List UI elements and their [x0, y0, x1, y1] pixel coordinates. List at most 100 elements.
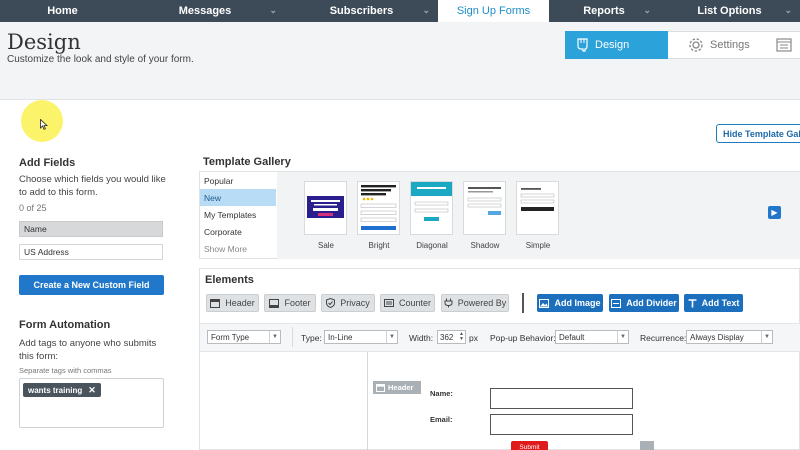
add-text-button[interactable]: Add Text — [684, 294, 743, 312]
width-value: 362 — [440, 332, 454, 342]
nav-reports[interactable]: Reports ⌄ — [549, 0, 659, 22]
gallery-next-button[interactable]: ▶ — [768, 206, 781, 219]
chevron-down-icon: ⌄ — [269, 5, 277, 15]
element-counter-label: Counter — [398, 298, 432, 308]
step-design-label: Design — [595, 39, 630, 51]
element-powered-by-button[interactable]: Powered By — [441, 294, 509, 312]
nav-messages[interactable]: Messages ⌄ — [125, 0, 285, 22]
field-item-name[interactable]: Name — [19, 221, 163, 237]
settings-separator — [292, 327, 293, 347]
elements-title: Elements — [205, 274, 254, 286]
cursor-arrow-icon — [40, 118, 49, 133]
width-input[interactable]: 362 ▲ ▼ — [437, 330, 466, 344]
recurrence-value: Always Display — [690, 332, 744, 342]
element-counter-button[interactable]: Counter — [380, 294, 435, 312]
element-privacy-button[interactable]: Privacy — [321, 294, 375, 312]
create-custom-field-button[interactable]: Create a New Custom Field — [19, 275, 164, 295]
page-subtitle: Customize the look and style of your for… — [7, 54, 194, 65]
element-header-label: Header — [225, 298, 255, 308]
type-select[interactable]: In-Line ▼ — [324, 330, 398, 344]
close-icon[interactable]: ✕ — [88, 385, 96, 396]
page-title: Design — [7, 30, 81, 54]
type-label: Type: — [301, 333, 322, 343]
stepper-icon[interactable]: ▲ ▼ — [459, 332, 464, 342]
hide-template-gallery-button[interactable]: Hide Template Gallery — [716, 124, 800, 143]
template-label-simple: Simple — [525, 241, 551, 250]
template-thumb-diagonal[interactable] — [410, 181, 453, 235]
preview-email-label: Email: — [430, 415, 453, 424]
category-my-templates[interactable]: My Templates — [200, 206, 276, 223]
add-divider-label: Add Divider — [626, 298, 677, 308]
nav-list-options[interactable]: List Options ⌄ — [659, 0, 800, 22]
template-gallery-title: Template Gallery — [203, 156, 291, 168]
step-design[interactable]: Design — [565, 31, 680, 59]
width-unit: px — [469, 333, 478, 343]
popup-behavior-label: Pop-up Behavior: — [490, 333, 556, 343]
type-select-value: In-Line — [328, 332, 353, 342]
recurrence-label: Recurrence: — [640, 333, 687, 343]
category-corporate[interactable]: Corporate — [200, 223, 276, 240]
template-thumb-sale[interactable] — [304, 181, 347, 235]
chevron-down-icon: ⌄ — [422, 5, 430, 15]
chevron-down-icon: ▼ — [761, 331, 772, 343]
field-item-us-address[interactable]: US Address — [19, 244, 163, 260]
gear-icon — [688, 37, 704, 53]
preview-email-input[interactable] — [490, 414, 633, 435]
step-settings[interactable]: Settings — [668, 31, 754, 59]
divider-icon — [611, 298, 622, 308]
width-label: Width: — [409, 333, 434, 343]
nav-subscribers[interactable]: Subscribers ⌄ — [285, 0, 438, 22]
tag-chip: wants training ✕ — [23, 383, 101, 397]
step-publish[interactable] — [754, 31, 800, 59]
category-popular[interactable]: Popular — [200, 172, 276, 189]
element-header-button[interactable]: Header — [206, 294, 259, 312]
recurrence-select[interactable]: Always Display ▼ — [686, 330, 773, 344]
canvas-corner-handle[interactable] — [640, 441, 654, 450]
step-settings-label: Settings — [710, 39, 750, 51]
template-gallery: Popular New My Templates Corporate Show … — [199, 171, 800, 259]
form-type-value: Form Type — [211, 332, 250, 342]
template-thumb-shadow[interactable] — [463, 181, 506, 235]
element-powered-by-label: Powered By — [457, 298, 507, 308]
preview-name-input[interactable] — [490, 388, 633, 409]
add-text-label: Add Text — [701, 298, 740, 308]
form-type-select[interactable]: Form Type ▼ — [207, 330, 281, 344]
add-divider-button[interactable]: Add Divider — [609, 294, 679, 312]
nav-list-options-label: List Options — [697, 5, 762, 17]
tag-chip-label: wants training — [28, 385, 83, 395]
tags-hint: Separate tags with commas — [19, 366, 112, 375]
category-show-more[interactable]: Show More — [200, 240, 276, 257]
template-label-bright: Bright — [368, 241, 390, 250]
canvas-header-label: Header — [388, 383, 414, 392]
template-thumbnails: Sale Bright Diagonal Shadow Simple ▶ — [277, 172, 800, 259]
popup-behavior-select[interactable]: Default ▼ — [555, 330, 629, 344]
element-footer-label: Footer — [284, 298, 311, 308]
nav-messages-label: Messages — [178, 5, 232, 17]
form-automation-description: Add tags to anyone who submits this form… — [19, 338, 157, 362]
nav-reports-label: Reports — [583, 5, 625, 17]
template-category-list: Popular New My Templates Corporate Show … — [200, 172, 276, 259]
tags-input[interactable]: wants training ✕ — [19, 378, 164, 428]
element-footer-button[interactable]: Footer — [264, 294, 316, 312]
add-image-label: Add Image — [554, 298, 601, 308]
wizard-steps: Design Settings — [565, 31, 800, 59]
chevron-down-icon: ▼ — [269, 331, 280, 343]
canvas-header-tag[interactable]: Header — [373, 381, 421, 394]
add-image-button[interactable]: Add Image — [537, 294, 603, 312]
field-count: 0 of 25 — [19, 203, 47, 213]
nav-sign-up-forms-label: Sign Up Forms — [456, 5, 531, 17]
nav-home[interactable]: Home — [0, 0, 125, 22]
preview-submit-button[interactable]: Submit — [511, 441, 548, 450]
nav-home-label: Home — [47, 5, 78, 17]
nav-sign-up-forms[interactable]: Sign Up Forms — [438, 0, 549, 22]
image-icon — [539, 298, 550, 308]
template-thumb-bright[interactable] — [357, 181, 400, 235]
window-icon — [776, 38, 792, 52]
template-label-shadow: Shadow — [470, 241, 500, 250]
toolbar-divider — [522, 293, 524, 313]
header-icon — [210, 298, 221, 308]
category-new[interactable]: New — [200, 189, 276, 206]
header-icon — [376, 383, 385, 392]
template-thumb-simple[interactable] — [516, 181, 559, 235]
preview-name-label: Name: — [430, 389, 453, 398]
